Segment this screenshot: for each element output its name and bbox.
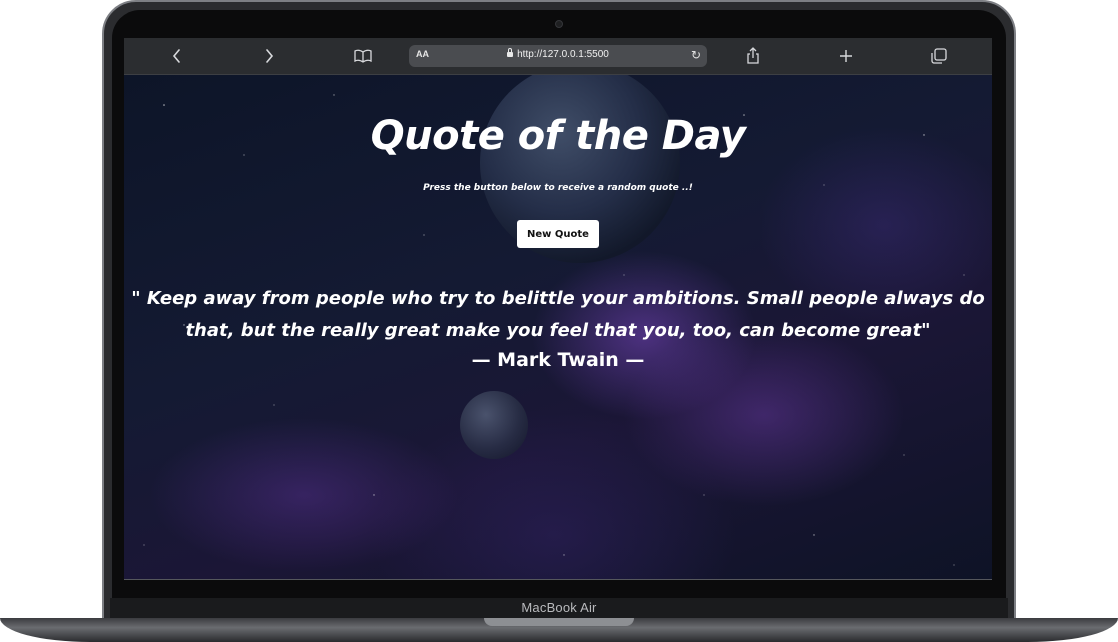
address-bar[interactable]: AA http://127.0.0.1:5500 ↻ [409,45,707,67]
page-subtitle: Press the button below to receive a rand… [423,183,693,193]
tabs-icon [931,48,947,64]
url-text: http://127.0.0.1:5500 [517,49,609,60]
model-label: MacBook Air [521,600,597,615]
lid-notch [484,618,634,626]
url-display[interactable]: http://127.0.0.1:5500 [409,48,707,60]
web-page: Quote of the Day Press the button below … [124,75,992,580]
share-icon [747,47,759,64]
screen-edge [124,579,992,580]
plus-icon [840,50,852,62]
quote-text: " Keep away from people who try to belit… [131,288,985,341]
share-button[interactable] [742,46,764,66]
new-tab-button[interactable] [835,46,857,66]
bookmarks-button[interactable] [352,46,374,66]
lock-icon [507,48,514,57]
reload-icon[interactable]: ↻ [691,48,701,62]
page-title: Quote of the Day [370,113,746,159]
chevron-right-icon [266,49,274,63]
new-quote-button[interactable]: New Quote [517,220,599,248]
book-icon [354,49,372,63]
quote-author: — Mark Twain — [471,349,645,371]
tab-overview-button[interactable] [928,46,950,66]
browser-toolbar: AA http://127.0.0.1:5500 ↻ [124,38,992,75]
laptop-frame: AA http://127.0.0.1:5500 ↻ Quote of the … [0,0,1118,642]
chevron-left-icon [172,49,180,63]
camera-icon [555,20,563,28]
back-button[interactable] [166,46,188,66]
forward-button[interactable] [258,46,280,66]
browser-window: AA http://127.0.0.1:5500 ↻ Quote of the … [124,38,992,580]
